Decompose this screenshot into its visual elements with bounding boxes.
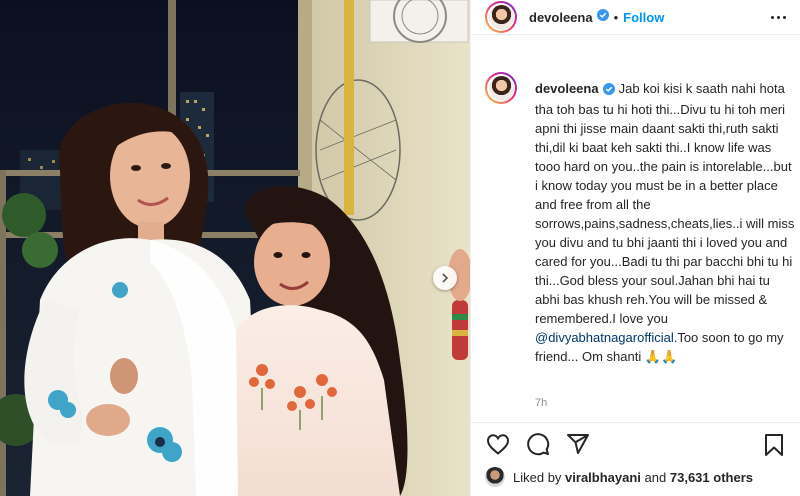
post-actions-bar [471, 422, 800, 464]
heart-icon[interactable] [485, 431, 511, 457]
post-side-panel: devoleena • Follow devoleena Jab koi kisi… [470, 0, 800, 496]
caption-time-ago[interactable]: 7h [535, 397, 547, 409]
post-header: devoleena • Follow [471, 0, 800, 35]
follow-button[interactable]: Follow [623, 10, 664, 25]
header-separator: • [613, 9, 619, 25]
caption-username[interactable]: devoleena [535, 81, 599, 96]
author-avatar[interactable] [485, 1, 517, 33]
caption-text: devoleena Jab koi kisi k saath nahi hota … [535, 79, 797, 366]
caption-author-avatar[interactable] [485, 72, 517, 104]
likes-others-link[interactable]: 73,631 others [670, 470, 753, 485]
liker-username[interactable]: viralbhayani [565, 470, 641, 485]
verified-badge-icon [596, 8, 609, 26]
likes-conjunction: and [644, 469, 667, 485]
caption-body: Jab koi kisi k saath nahi hota tha toh b… [535, 81, 795, 326]
chevron-right-icon [442, 273, 449, 283]
caption-mention-link[interactable]: @divyabhatnagarofficial [535, 330, 674, 345]
post-photo[interactable] [0, 0, 470, 496]
photo-image [0, 0, 470, 496]
likes-summary: Liked by viralbhayani and 73,631 others [485, 464, 753, 490]
comment-icon[interactable] [525, 431, 551, 457]
send-icon[interactable] [565, 431, 591, 457]
bookmark-icon[interactable] [761, 432, 787, 458]
likes-prefix: Liked by [513, 469, 562, 485]
verified-badge-icon [602, 81, 615, 100]
next-photo-button[interactable] [433, 266, 457, 290]
liker-avatar[interactable] [485, 467, 505, 487]
more-options-icon[interactable] [767, 10, 789, 24]
author-username[interactable]: devoleena [529, 10, 593, 25]
